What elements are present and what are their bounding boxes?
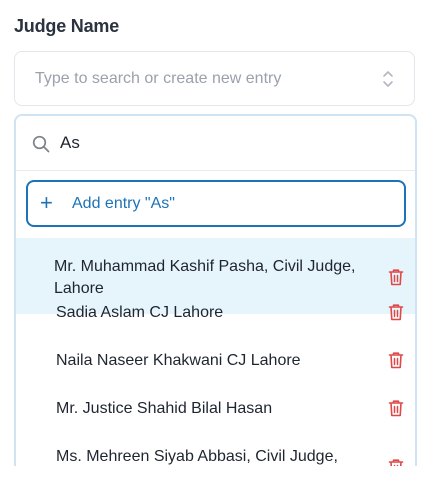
- search-icon: [32, 135, 50, 153]
- option-item[interactable]: Mr. Justice Shahid Bilal Hasan: [16, 386, 415, 434]
- chevron-up-down-icon: [383, 71, 393, 87]
- plus-icon: +: [40, 190, 53, 215]
- option-label: Mr. Muhammad Kashif Pasha, Civil Judge, …: [54, 258, 356, 297]
- trash-icon[interactable]: [388, 351, 404, 369]
- trash-icon[interactable]: [388, 268, 404, 286]
- field-label: Judge Name: [14, 16, 120, 36]
- trash-icon[interactable]: [388, 303, 404, 321]
- search-row: [16, 116, 415, 171]
- option-item[interactable]: Naila Naseer Khakwani CJ Lahore: [16, 338, 415, 386]
- judge-name-combobox[interactable]: Type to search or create new entry: [14, 51, 415, 106]
- add-entry-label: Add entry "As": [72, 195, 175, 212]
- add-entry-button[interactable]: + Add entry "As": [26, 180, 406, 227]
- option-label: Naila Naseer Khakwani CJ Lahore: [56, 352, 301, 369]
- option-label: Sadia Aslam CJ Lahore: [56, 304, 224, 321]
- option-label: Ms. Mehreen Siyab Abbasi, Civil Judge,: [56, 448, 338, 465]
- option-item[interactable]: Sadia Aslam CJ Lahore: [16, 300, 415, 326]
- combobox-placeholder: Type to search or create new entry: [35, 70, 282, 87]
- search-input[interactable]: [60, 132, 380, 154]
- trash-icon[interactable]: [388, 399, 404, 417]
- option-label: Mr. Justice Shahid Bilal Hasan: [56, 400, 273, 417]
- dropdown-panel: + Add entry "As" Mr. Muhammad Kashif Pas…: [14, 114, 417, 466]
- option-item[interactable]: Ms. Mehreen Siyab Abbasi, Civil Judge,: [16, 434, 415, 466]
- trash-icon[interactable]: [388, 458, 404, 466]
